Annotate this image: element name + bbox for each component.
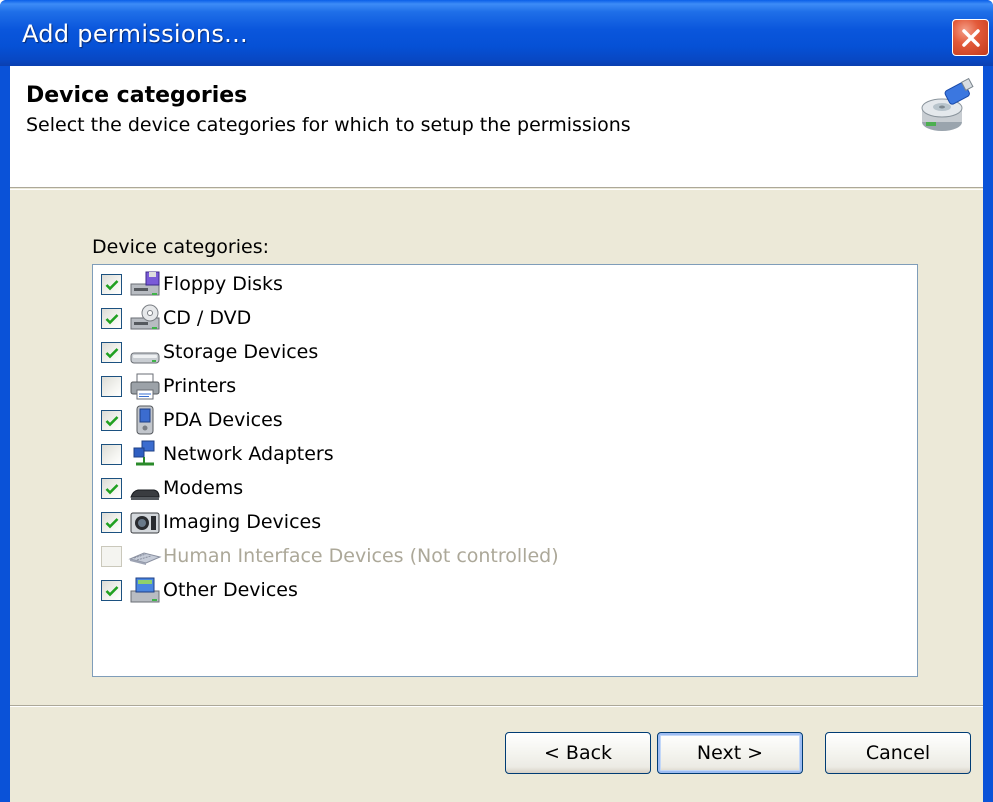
page-subtitle: Select the device categories for which t…	[26, 114, 631, 136]
list-item-modems[interactable]: Modems	[101, 471, 901, 505]
dialog-window: Add permissions... Device categories Sel…	[0, 0, 993, 802]
camera-icon	[130, 512, 160, 534]
close-button[interactable]	[952, 19, 989, 56]
list-item-pda-devices[interactable]: PDA Devices	[101, 403, 901, 437]
other-devices-icon	[130, 577, 160, 603]
list-item-imaging-devices[interactable]: Imaging Devices	[101, 505, 901, 539]
item-label: Imaging Devices	[163, 511, 322, 533]
title-bar[interactable]: Add permissions...	[0, 0, 993, 66]
network-adapter-icon	[133, 440, 155, 466]
checkbox-floppy-disks[interactable]	[101, 273, 122, 295]
page-title: Device categories	[26, 83, 248, 108]
cancel-button[interactable]: Cancel	[825, 732, 971, 774]
window-frame-left	[0, 66, 10, 802]
modem-icon	[130, 489, 160, 500]
pda-icon	[136, 405, 154, 435]
list-item-printers[interactable]: Printers	[101, 369, 901, 403]
list-item-floppy-disks[interactable]: Floppy Disks	[101, 267, 901, 301]
cd-dvd-drive-icon	[130, 304, 160, 330]
list-item-other-devices[interactable]: Other Devices	[101, 573, 901, 607]
device-category-list[interactable]: Floppy Disks CD / DVD Storage Devices Pr…	[92, 264, 918, 677]
item-label: Modems	[163, 477, 244, 499]
item-label: PDA Devices	[163, 409, 283, 431]
item-label: Storage Devices	[163, 341, 319, 363]
usb-drive-icon	[921, 78, 974, 131]
item-label: Network Adapters	[163, 443, 334, 465]
checkmark-icon	[105, 415, 119, 426]
checkbox-storage-devices[interactable]	[101, 341, 122, 363]
item-label: CD / DVD	[163, 307, 252, 329]
item-label: Other Devices	[163, 579, 298, 601]
floppy-drive-icon	[130, 271, 160, 296]
checkbox-printers[interactable]	[101, 375, 122, 397]
wizard-header: Device categories Select the device cate…	[10, 66, 983, 188]
checkbox-imaging-devices[interactable]	[101, 511, 122, 533]
list-label: Device categories:	[92, 236, 270, 258]
list-item-human-interface-devices: Human Interface Devices (Not controlled)	[101, 539, 901, 573]
checkmark-icon	[105, 517, 119, 528]
item-label: Human Interface Devices (Not controlled)	[163, 545, 559, 567]
back-button[interactable]: < Back	[505, 732, 651, 774]
checkbox-cd-dvd[interactable]	[101, 307, 122, 329]
dialog-body: Device categories Select the device cate…	[10, 66, 983, 802]
checkmark-icon	[105, 347, 119, 358]
list-item-network-adapters[interactable]: Network Adapters	[101, 437, 901, 471]
next-button[interactable]: Next >	[657, 732, 803, 774]
checkbox-human-interface-devices	[101, 545, 122, 567]
checkbox-pda-devices[interactable]	[101, 409, 122, 431]
checkmark-icon	[105, 313, 119, 324]
footer-divider-highlight	[10, 706, 983, 707]
checkmark-icon	[105, 279, 119, 290]
item-label: Floppy Disks	[163, 273, 283, 295]
checkmark-icon	[105, 585, 119, 596]
keyboard-icon	[128, 552, 162, 565]
header-divider	[10, 189, 983, 190]
window-frame-right	[983, 66, 993, 802]
item-label: Printers	[163, 375, 237, 397]
close-icon	[962, 29, 980, 47]
printer-icon	[130, 373, 160, 400]
storage-device-icon	[130, 352, 160, 364]
checkbox-other-devices[interactable]	[101, 579, 122, 601]
checkbox-modems[interactable]	[101, 477, 122, 499]
checkmark-icon	[105, 483, 119, 494]
list-item-cd-dvd[interactable]: CD / DVD	[101, 301, 901, 335]
list-item-storage-devices[interactable]: Storage Devices	[101, 335, 901, 369]
window-title: Add permissions...	[22, 20, 248, 48]
checkbox-network-adapters[interactable]	[101, 443, 122, 465]
